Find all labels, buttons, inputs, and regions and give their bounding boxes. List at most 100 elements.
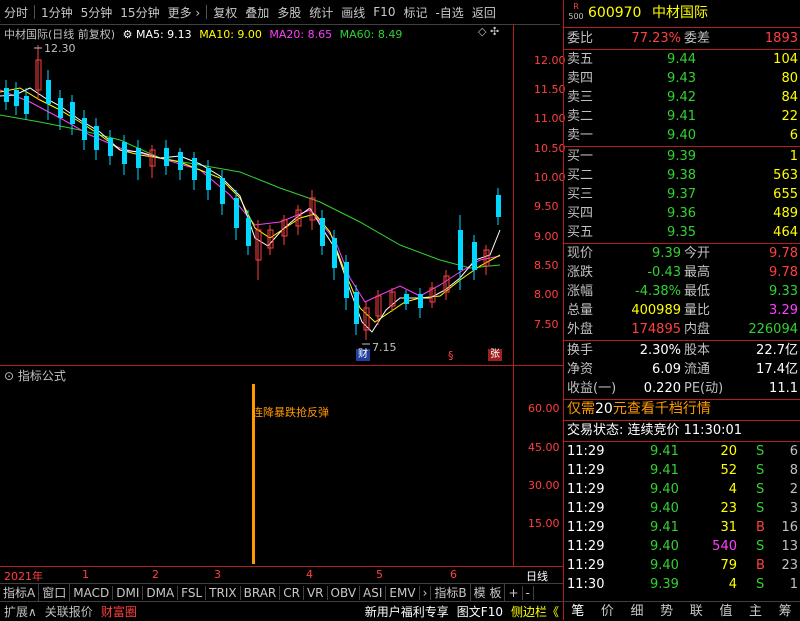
stat-value: 174895 — [631, 322, 681, 337]
tick-side: B — [756, 520, 765, 535]
stat-value: 22.7亿 — [756, 343, 798, 358]
indicator-collapse-icon[interactable]: ⊙ — [4, 369, 14, 383]
sell-row[interactable]: 卖一 9.40 6 — [564, 126, 800, 145]
toolbar-draw[interactable]: 画线 — [337, 4, 369, 21]
indicator-header[interactable]: ⊙ 指标公式 — [4, 367, 66, 384]
toolbar-more[interactable]: 更多 › — [164, 4, 205, 21]
tab-macd[interactable]: MACD — [70, 585, 114, 600]
tab-indicator-b[interactable]: 指标B — [431, 584, 471, 601]
toolbar-intraday[interactable]: 分时 — [0, 4, 32, 21]
toolbar-15min[interactable]: 15分钟 — [116, 4, 163, 21]
stat-label: 净资 — [567, 362, 594, 377]
tick-price: 9.40 — [650, 501, 679, 516]
rank-badge-num: 500 — [568, 12, 584, 21]
stat-value: 3.29 — [769, 303, 798, 318]
tab-add[interactable]: + — [505, 585, 523, 600]
tab-chips[interactable]: 筹 — [770, 602, 800, 621]
toolbar-f10[interactable]: F10 — [369, 5, 399, 19]
stat-label: 最低 — [684, 284, 711, 299]
kline-chart[interactable]: 12.30 7.15 — [0, 40, 513, 365]
toolbar-back[interactable]: 返回 — [468, 4, 500, 21]
tab-linked[interactable]: 联 — [682, 602, 712, 621]
buy-row[interactable]: 买三 9.37 655 — [564, 185, 800, 204]
tab-price[interactable]: 价 — [593, 602, 623, 621]
tab-trades[interactable]: 笔 — [563, 602, 593, 621]
new-user-promo-button[interactable]: 新用户福利专享 — [361, 603, 453, 620]
stat-row: 总量 400989 量比 3.29 — [564, 301, 800, 320]
tab-dmi[interactable]: DMI — [113, 585, 144, 600]
sell-volume: 80 — [781, 71, 798, 86]
sell-price: 9.41 — [667, 109, 696, 124]
weicha-label: 委差 — [684, 31, 711, 46]
tab-vr[interactable]: VR — [304, 585, 328, 600]
buy-price: 9.38 — [667, 168, 696, 183]
tab-main[interactable]: 主 — [741, 602, 771, 621]
stat-value: 400989 — [631, 303, 681, 318]
indicator-tick: 15.00 — [528, 517, 560, 530]
tab-scroll-right[interactable]: › — [420, 585, 432, 600]
buy-label: 买五 — [567, 225, 594, 240]
tab-value[interactable]: 值 — [711, 602, 741, 621]
tab-asi[interactable]: ASI — [360, 585, 387, 600]
tab-window[interactable]: 窗口 — [39, 584, 71, 601]
buy-row[interactable]: 买二 9.38 563 — [564, 166, 800, 185]
toolbar-multistock[interactable]: 多股 — [273, 4, 305, 21]
chart-header: 中材国际(日线 前复权) ⚙ MA5: 9.13 MA10: 9.00 MA20… — [4, 26, 402, 41]
toolbar-adjust[interactable]: 复权 — [209, 4, 241, 21]
tab-fsl[interactable]: FSL — [178, 585, 207, 600]
tab-obv[interactable]: OBV — [328, 585, 361, 600]
stat-value: 9.39 — [652, 246, 681, 261]
indicator-axis: 60.00 45.00 30.00 15.00 — [513, 366, 564, 566]
stat-label: 最高 — [684, 265, 711, 280]
event-marker-zhang[interactable]: 张 — [488, 349, 502, 361]
buy-row[interactable]: 买四 9.36 489 — [564, 204, 800, 223]
toolbar-watchlist[interactable]: -自选 — [431, 4, 467, 21]
price-tick: 8.00 — [534, 288, 559, 301]
event-marker-s[interactable]: § — [448, 349, 454, 362]
tick-row: 11:29 9.41 20 S 6 — [564, 442, 800, 461]
tab-trix[interactable]: TRIX — [206, 585, 241, 600]
toolbar-1min[interactable]: 1分钟 — [37, 4, 77, 21]
pane-divider[interactable] — [0, 365, 563, 366]
buy-label: 买二 — [567, 168, 594, 183]
tab-detail[interactable]: 细 — [622, 602, 652, 621]
tab-indicator-a[interactable]: 指标A — [0, 584, 40, 601]
tick-volume: 31 — [720, 520, 737, 535]
sell-row[interactable]: 卖四 9.43 80 — [564, 69, 800, 88]
toolbar-mark[interactable]: 标记 — [399, 4, 431, 21]
trade-state-row: 交易状态: 连续竞价 11:30:01 — [564, 421, 800, 440]
toolbar-overlay[interactable]: 叠加 — [241, 4, 273, 21]
stat-value: 9.78 — [769, 265, 798, 280]
wealth-circle-button[interactable]: 财富圈 — [97, 603, 141, 620]
tick-time: 11:29 — [567, 463, 605, 478]
toolbar-5min[interactable]: 5分钟 — [77, 4, 117, 21]
tab-cr[interactable]: CR — [280, 585, 304, 600]
tab-dma[interactable]: DMA — [143, 585, 179, 600]
tick-row: 11:29 9.41 31 B 16 — [564, 518, 800, 537]
sell-row[interactable]: 卖三 9.42 84 — [564, 88, 800, 107]
sell-row[interactable]: 卖五 9.44 104 — [564, 50, 800, 69]
related-quotes-button[interactable]: 关联报价 — [41, 603, 97, 620]
period-label[interactable]: 日线 — [526, 568, 548, 584]
buy-row[interactable]: 买五 9.35 464 — [564, 223, 800, 242]
tab-trend[interactable]: 势 — [652, 602, 682, 621]
chart-window-icons[interactable]: ◇ ✣ — [478, 25, 499, 38]
stat-label: 涨幅 — [567, 284, 594, 299]
sidebar-button[interactable]: 侧边栏《 — [507, 603, 563, 620]
tab-emv[interactable]: EMV — [386, 585, 420, 600]
tick-time: 11:29 — [567, 539, 605, 554]
price-axis: 12.00 11.50 11.00 10.50 10.00 9.50 9.00 … — [513, 24, 566, 366]
promo-banner[interactable]: 仅需20元查看千档行情 — [564, 400, 800, 419]
tab-remove[interactable]: - — [523, 585, 534, 600]
sell-row[interactable]: 卖二 9.41 22 — [564, 107, 800, 126]
stat-label: 收益(一) — [567, 381, 617, 396]
tick-volume: 540 — [712, 539, 737, 554]
tab-template[interactable]: 模 板 — [471, 584, 506, 601]
toolbar-stats[interactable]: 统计 — [305, 4, 337, 21]
buy-row[interactable]: 买一 9.39 1 — [564, 147, 800, 166]
tab-brar[interactable]: BRAR — [241, 585, 281, 600]
buy-label: 买三 — [567, 187, 594, 202]
f10-button[interactable]: 图文F10 — [453, 603, 507, 620]
event-marker-cai[interactable]: 财 — [356, 349, 370, 361]
expand-button[interactable]: 扩展∧ — [0, 603, 41, 620]
